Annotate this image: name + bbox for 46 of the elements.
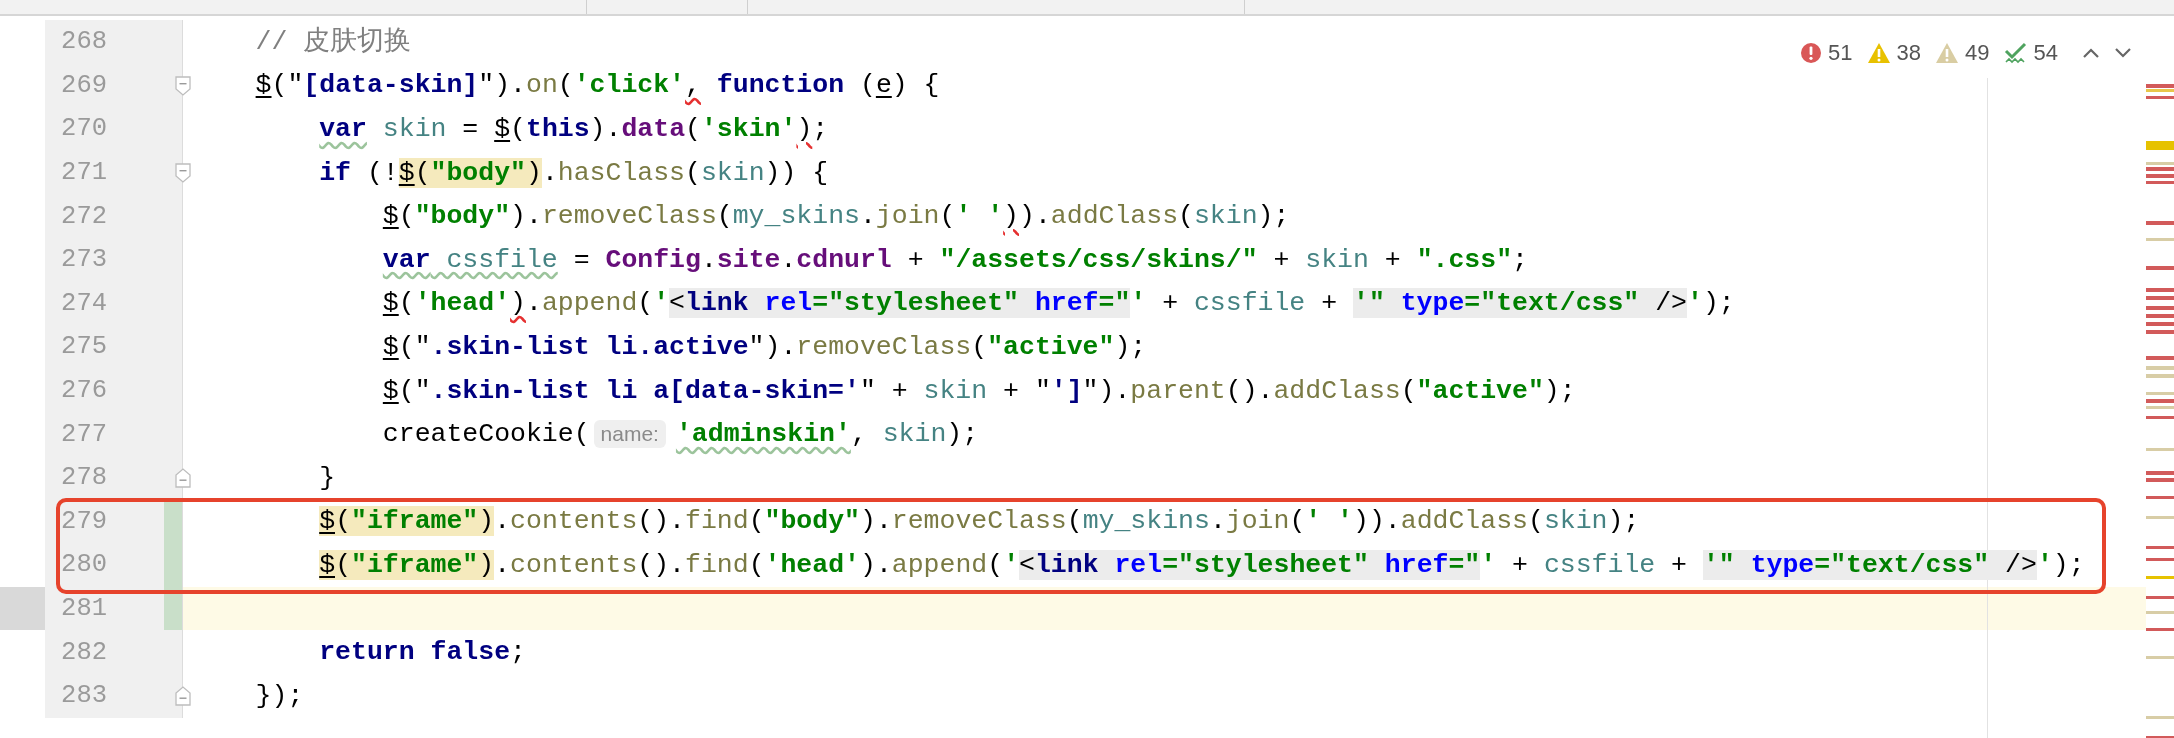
chevron-up-icon[interactable] xyxy=(2082,47,2100,59)
line-number: 281 xyxy=(60,594,107,623)
fold-marker-icon[interactable] xyxy=(175,467,191,488)
line-number: 283 xyxy=(60,681,107,711)
line-number: 276 xyxy=(60,376,107,406)
line-number: 274 xyxy=(60,288,107,318)
typo-check-icon xyxy=(2003,41,2028,65)
line-number: 270 xyxy=(60,114,107,144)
change-marker[interactable] xyxy=(164,543,182,587)
line-number: 278 xyxy=(60,463,107,493)
line-number: 275 xyxy=(60,332,107,362)
code-line: return false; xyxy=(319,636,526,670)
code-line: if (!$("body").hasClass(skin)) { xyxy=(319,156,829,190)
change-marker[interactable] xyxy=(164,499,182,544)
line-number: 279 xyxy=(60,506,107,536)
line-number: 269 xyxy=(60,70,107,100)
code-line: $(".skin-list li a[data-skin='" + skin + "']").parent().addClass("active"); xyxy=(382,374,1576,408)
line-number: 273 xyxy=(60,245,107,275)
problem-count: 51 xyxy=(1828,40,1853,66)
line-number: 280 xyxy=(60,550,107,580)
problem-count: 49 xyxy=(1965,40,1990,66)
code-line: $('head').append('<link rel="stylesheet" href="' + cssfile + '" type="text/css" />'); xyxy=(382,287,1735,321)
code-line: var skin = $(this).data('skin'); xyxy=(319,113,829,146)
line-number: 282 xyxy=(60,637,107,667)
code-text: 'adminskin', skin); xyxy=(675,418,979,452)
line-number: 277 xyxy=(60,419,107,449)
line-number: 271 xyxy=(60,158,107,188)
code-line: $("iframe").contents().find("body").removeClass(my_skins.join(' ')).addClass(skin); xyxy=(319,505,1640,539)
code-line: $("[data-skin]").on('click', function (e) { xyxy=(255,69,940,103)
code-line: } xyxy=(319,461,336,495)
line-number: 272 xyxy=(60,201,107,231)
fold-marker-icon[interactable] xyxy=(175,75,191,96)
fold-marker-icon[interactable] xyxy=(175,685,191,706)
line-number: 268 xyxy=(60,27,107,57)
problem-count: 54 xyxy=(2033,40,2058,66)
code-line: $("iframe").contents().find('head').append('<link rel="stylesheet" href="' + cssfile + '" type="text/css" />'); xyxy=(319,548,2085,582)
code-line: $("body").removeClass(my_skins.join(' ')).addClass(skin); xyxy=(382,200,1290,234)
code-line: $(".skin-list li.active").removeClass("active"); xyxy=(382,330,1147,364)
problem-count: 38 xyxy=(1896,40,1922,66)
code-line: }); xyxy=(255,679,304,713)
code-line: // 皮肤切换 xyxy=(255,25,412,59)
code-line: var cssfile = Config.site.cdnurl + "/assets/css/skins/" + skin + ".css"; xyxy=(382,243,1528,277)
chevron-down-icon[interactable] xyxy=(2114,47,2132,59)
fold-marker-icon[interactable] xyxy=(175,162,191,183)
parameter-hint: name: xyxy=(593,420,666,449)
code-text: createCookie( xyxy=(382,418,590,452)
